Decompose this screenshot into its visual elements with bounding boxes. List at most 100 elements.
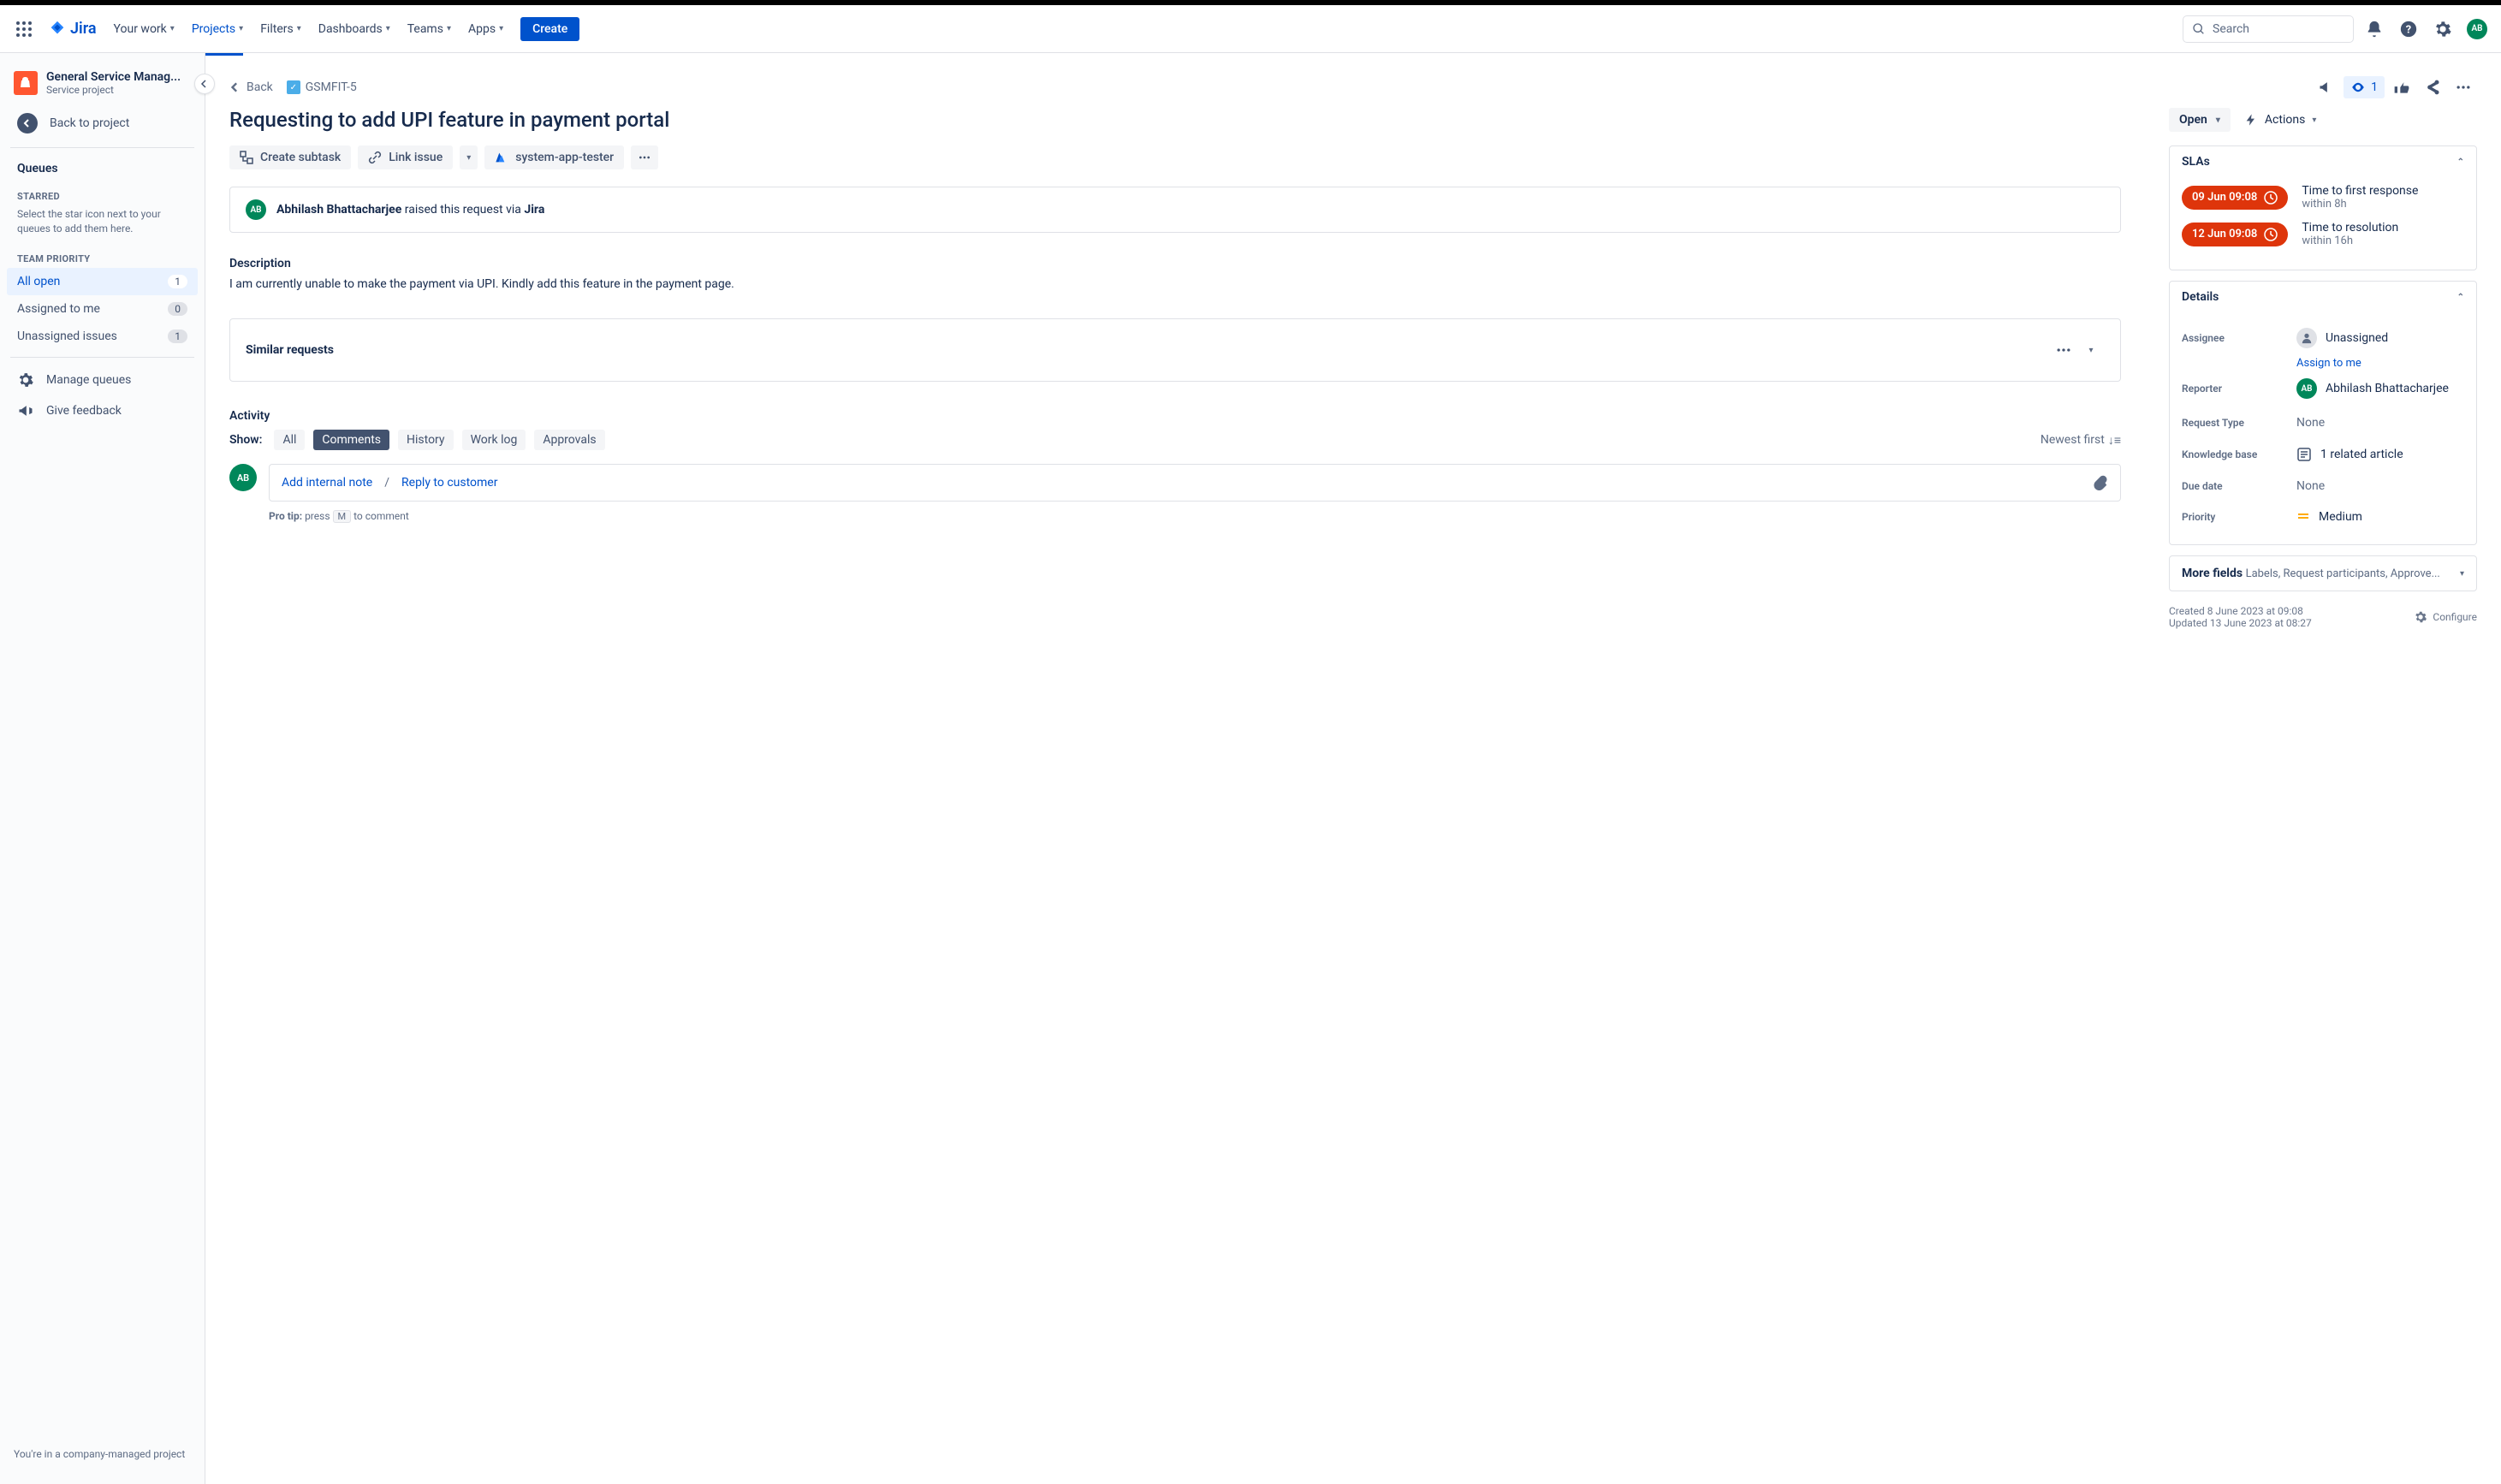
queue-all-open[interactable]: All open 1	[7, 268, 198, 295]
queues-title: Queues	[7, 155, 198, 182]
system-app-button[interactable]: system-app-tester	[484, 145, 624, 169]
feedback-icon[interactable]	[2313, 74, 2340, 101]
starred-help: Select the star icon next to your queues…	[7, 205, 198, 245]
gear-icon	[2414, 610, 2427, 624]
due-date-field[interactable]: Due date None	[2182, 471, 2464, 502]
current-user-avatar: AB	[229, 464, 257, 491]
show-label: Show:	[229, 433, 262, 447]
sla-first-response: 09 Jun 09:08 Time to first responsewithi…	[2182, 184, 2464, 211]
starred-title: STARRED	[7, 182, 198, 205]
queue-assigned-to-me[interactable]: Assigned to me 0	[7, 295, 198, 323]
attachment-icon[interactable]	[2093, 475, 2108, 490]
manage-queues[interactable]: Manage queues	[7, 365, 198, 395]
reporter-field[interactable]: Reporter AB Abhilash Bhattacharjee	[2182, 370, 2464, 407]
similar-more-icon[interactable]	[2050, 336, 2077, 364]
subtask-icon	[240, 151, 253, 164]
megaphone-icon	[17, 402, 34, 419]
settings-icon[interactable]	[2429, 15, 2456, 43]
atlassian-icon	[495, 151, 508, 164]
details-panel: Details ⌃ Assignee Unassigned Assign to …	[2169, 281, 2477, 545]
vote-button[interactable]	[2388, 74, 2415, 101]
knowledge-base-field[interactable]: Knowledge base 1 related article	[2182, 438, 2464, 471]
project-icon	[14, 71, 38, 95]
similar-requests-panel: Similar requests ▾	[229, 318, 2121, 382]
sort-order[interactable]: Newest first ↓≡	[2041, 433, 2121, 448]
clock-icon	[2264, 191, 2278, 205]
request-type-field[interactable]: Request Type None	[2182, 407, 2464, 438]
slas-panel: SLAs ⌃ 09 Jun 09:08 Time to first respon…	[2169, 145, 2477, 270]
issue-type-icon: ✓	[287, 80, 300, 94]
created-date: Created 8 June 2023 at 09:08	[2169, 605, 2312, 617]
queue-unassigned[interactable]: Unassigned issues 1	[7, 323, 198, 350]
similar-expand-icon[interactable]: ▾	[2077, 336, 2105, 364]
add-internal-note[interactable]: Add internal note	[282, 476, 372, 490]
nav-projects[interactable]: Projects▾	[185, 15, 250, 43]
project-name: General Service Manag...	[46, 70, 181, 84]
watch-button[interactable]: 1	[2344, 76, 2385, 98]
nav-teams[interactable]: Teams▾	[401, 15, 458, 43]
protip: Pro tip: press M to comment	[269, 510, 2121, 522]
sidebar-footer: You're in a company-managed project	[7, 1441, 198, 1467]
search-icon	[2192, 22, 2206, 36]
request-banner: AB Abhilash Bhattacharjee raised this re…	[229, 187, 2121, 233]
comment-input[interactable]: Add internal note / Reply to customer	[269, 464, 2121, 502]
help-icon[interactable]: ?	[2395, 15, 2422, 43]
lightning-icon	[2244, 113, 2258, 127]
tab-worklog[interactable]: Work log	[462, 430, 526, 450]
search-input[interactable]: Search	[2183, 15, 2354, 43]
tab-comments[interactable]: Comments	[313, 430, 389, 450]
tab-approvals[interactable]: Approvals	[534, 430, 604, 450]
assignee-field[interactable]: Assignee Unassigned	[2182, 319, 2464, 357]
link-issue-button[interactable]: Link issue	[358, 145, 453, 169]
user-avatar[interactable]: AB	[2463, 15, 2491, 43]
link-icon	[368, 151, 382, 164]
app-switcher-icon[interactable]	[10, 15, 38, 43]
nav-filters[interactable]: Filters▾	[253, 15, 308, 43]
svg-text:?: ?	[2406, 23, 2411, 36]
actions-dropdown[interactable]: Actions▾	[2237, 108, 2323, 132]
share-button[interactable]	[2419, 74, 2446, 101]
logo-text: Jira	[70, 20, 97, 38]
slas-header[interactable]: SLAs ⌃	[2170, 146, 2476, 177]
issue-key[interactable]: ✓ GSMFIT-5	[287, 80, 357, 94]
more-actions-button[interactable]	[2450, 74, 2477, 101]
reporter-avatar: AB	[246, 199, 266, 220]
unassigned-avatar-icon	[2296, 328, 2317, 348]
status-dropdown[interactable]: Open▾	[2169, 108, 2231, 132]
clock-icon	[2264, 228, 2278, 241]
sla-resolution: 12 Jun 09:08 Time to resolutionwithin 16…	[2182, 221, 2464, 247]
main-content: Back ✓ GSMFIT-5 1 Requesting to add UPI …	[205, 53, 2501, 1484]
sidebar: General Service Manag... Service project…	[0, 53, 205, 1484]
team-priority-title: TEAM PRIORITY	[7, 245, 198, 268]
link-dropdown[interactable]: ▾	[460, 145, 478, 169]
reply-to-customer[interactable]: Reply to customer	[401, 476, 497, 490]
more-toolbar-button[interactable]	[631, 145, 658, 169]
description-label: Description	[229, 257, 2121, 270]
notifications-icon[interactable]	[2361, 15, 2388, 43]
priority-medium-icon	[2296, 510, 2310, 524]
jira-logo[interactable]: Jira	[41, 20, 104, 39]
back-link[interactable]: Back	[229, 80, 273, 94]
description-text[interactable]: I am currently unable to make the paymen…	[229, 277, 2121, 291]
nav-apps[interactable]: Apps▾	[461, 15, 510, 43]
assign-to-me[interactable]: Assign to me	[2296, 357, 2464, 370]
topbar: Jira Your work▾ Projects▾ Filters▾ Dashb…	[0, 5, 2501, 53]
back-to-project[interactable]: Back to project	[7, 106, 198, 140]
configure-link[interactable]: Configure	[2414, 605, 2477, 629]
create-button[interactable]: Create	[520, 17, 579, 41]
updated-date: Updated 13 June 2023 at 08:27	[2169, 617, 2312, 629]
nav-dashboards[interactable]: Dashboards▾	[312, 15, 397, 43]
tab-history[interactable]: History	[398, 430, 454, 450]
priority-field[interactable]: Priority Medium	[2182, 502, 2464, 532]
project-header: General Service Manag... Service project	[7, 70, 198, 106]
collapse-sidebar-button[interactable]	[194, 74, 215, 94]
create-subtask-button[interactable]: Create subtask	[229, 145, 351, 169]
tab-all[interactable]: All	[274, 430, 305, 450]
give-feedback[interactable]: Give feedback	[7, 395, 198, 426]
more-fields-panel[interactable]: More fields Labels, Request participants…	[2169, 555, 2477, 591]
issue-title[interactable]: Requesting to add UPI feature in payment…	[229, 108, 2121, 132]
gear-icon	[17, 371, 34, 389]
nav-your-work[interactable]: Your work▾	[107, 15, 181, 43]
eye-icon	[2350, 80, 2366, 95]
details-header[interactable]: Details ⌃	[2170, 282, 2476, 312]
